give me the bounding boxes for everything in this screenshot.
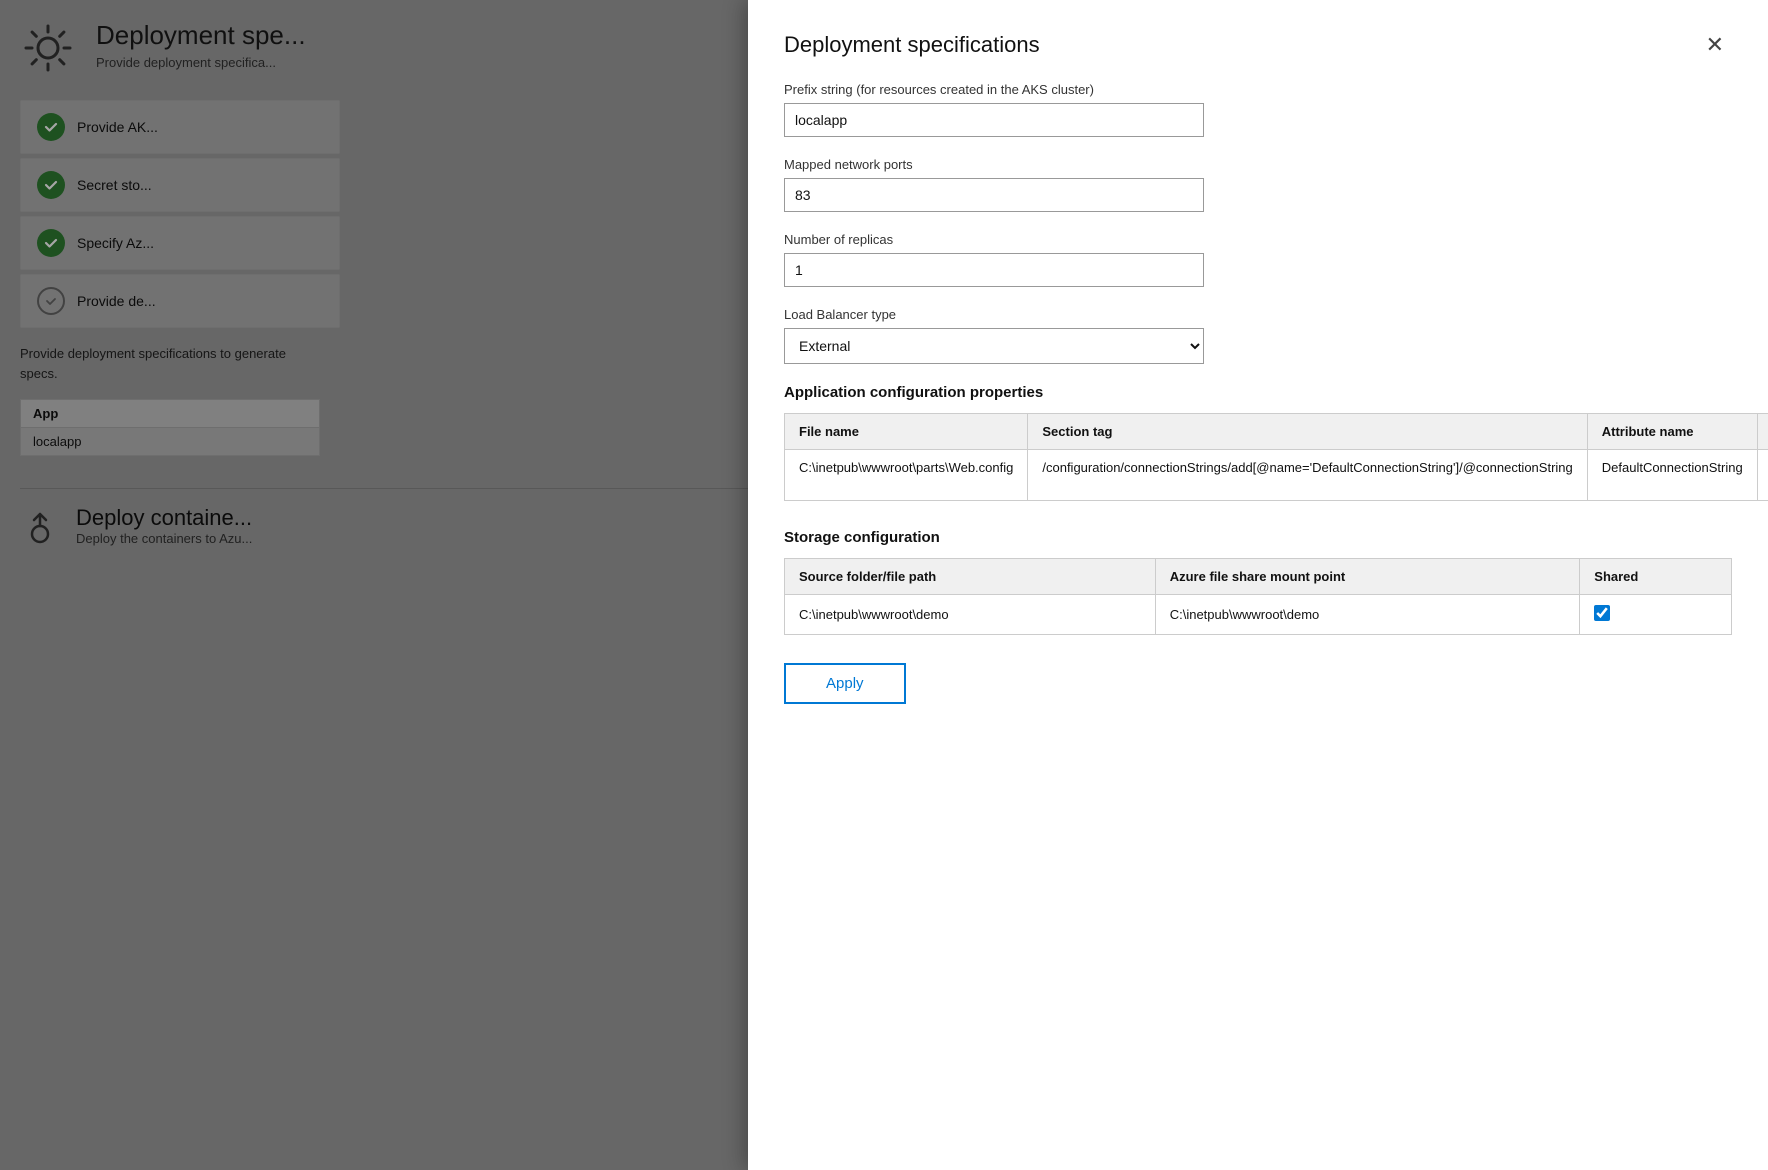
storage-shared-cell <box>1580 595 1732 635</box>
network-ports-input[interactable] <box>784 178 1204 212</box>
prefix-label: Prefix string (for resources created in … <box>784 82 1732 97</box>
storage-config-section: Storage configuration Source folder/file… <box>784 529 1732 635</box>
app-config-header-row: File name Section tag Attribute name Att… <box>785 414 1768 450</box>
col-file-name: File name <box>785 414 1028 450</box>
app-config-table: File name Section tag Attribute name Att… <box>784 413 1768 501</box>
load-balancer-select[interactable]: External Internal None <box>784 328 1204 364</box>
app-config-file-name: C:\inetpub\wwwroot\parts\Web.config <box>785 450 1028 501</box>
col-source-path: Source folder/file path <box>785 559 1156 595</box>
replicas-form-group: Number of replicas <box>784 232 1732 287</box>
network-ports-label: Mapped network ports <box>784 157 1732 172</box>
apply-button[interactable]: Apply <box>784 663 906 704</box>
modal-close-button[interactable]: ✕ <box>1698 28 1732 62</box>
modal-body: Prefix string (for resources created in … <box>748 82 1768 1170</box>
app-config-section: Application configuration properties Fil… <box>784 384 1732 501</box>
replicas-input[interactable] <box>784 253 1204 287</box>
prefix-form-group: Prefix string (for resources created in … <box>784 82 1732 137</box>
col-mount-point: Azure file share mount point <box>1155 559 1580 595</box>
shared-checkbox[interactable] <box>1594 605 1610 621</box>
storage-config-row: C:\inetpub\wwwroot\demo C:\inetpub\wwwro… <box>785 595 1732 635</box>
col-attribute-value: Attribute value <box>1757 414 1768 450</box>
load-balancer-form-group: Load Balancer type External Internal Non… <box>784 307 1732 364</box>
storage-mount-point: C:\inetpub\wwwroot\demo <box>1155 595 1580 635</box>
col-shared: Shared <box>1580 559 1732 595</box>
storage-config-table: Source folder/file path Azure file share… <box>784 558 1732 635</box>
deployment-specifications-modal: Deployment specifications ✕ Prefix strin… <box>748 0 1768 1170</box>
network-ports-form-group: Mapped network ports <box>784 157 1732 212</box>
storage-source-path: C:\inetpub\wwwroot\demo <box>785 595 1156 635</box>
col-attribute-name: Attribute name <box>1587 414 1757 450</box>
storage-config-title: Storage configuration <box>784 529 1732 546</box>
modal-title: Deployment specifications <box>784 32 1040 58</box>
storage-header-row: Source folder/file path Azure file share… <box>785 559 1732 595</box>
modal-header: Deployment specifications ✕ <box>748 0 1768 82</box>
replicas-label: Number of replicas <box>784 232 1732 247</box>
load-balancer-label: Load Balancer type <box>784 307 1732 322</box>
app-config-attribute-name: DefaultConnectionString <box>1587 450 1757 501</box>
app-config-title: Application configuration properties <box>784 384 1732 401</box>
app-config-row: C:\inetpub\wwwroot\parts\Web.config /con… <box>785 450 1768 501</box>
col-section-tag: Section tag <box>1028 414 1587 450</box>
app-config-section-tag: /configuration/connectionStrings/add[@na… <box>1028 450 1587 501</box>
prefix-input[interactable] <box>784 103 1204 137</box>
modal-overlay: Deployment specifications ✕ Prefix strin… <box>0 0 1768 1170</box>
app-config-attribute-value-cell <box>1757 450 1768 501</box>
